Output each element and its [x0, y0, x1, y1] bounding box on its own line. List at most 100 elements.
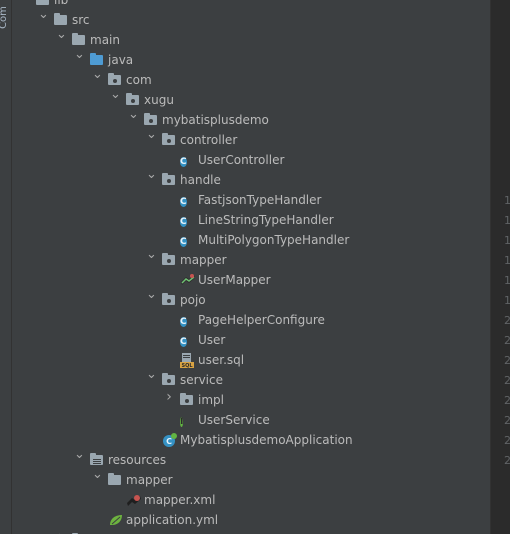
spring-config-icon	[108, 513, 122, 527]
tree-node-label: impl	[198, 393, 224, 407]
tree-node-test[interactable]: ›	[12, 530, 490, 534]
tree-node-usermapper[interactable]: UserMapper	[12, 270, 490, 290]
chevron-down-icon[interactable]: ⌄	[92, 468, 103, 481]
tree-node-label: main	[90, 33, 120, 47]
tree-node-label: controller	[180, 133, 238, 147]
tree-node-label: user.sql	[198, 353, 245, 367]
line-number: 1	[504, 274, 510, 287]
tree-node-lib[interactable]: › lib	[12, 0, 490, 10]
tree-node-label: User	[198, 333, 226, 347]
chevron-down-icon[interactable]: ⌄	[146, 368, 157, 381]
svg-text:SQL: SQL	[181, 363, 193, 368]
svg-text:C: C	[166, 437, 172, 446]
tree-node-label: FastjsonTypeHandler	[198, 193, 322, 207]
tree-node-usercontroller[interactable]: C UserController	[12, 150, 490, 170]
tree-node-pagehelperconfigure[interactable]: C PageHelperConfigure	[12, 310, 490, 330]
tree-node-label: xugu	[144, 93, 174, 107]
chevron-down-icon[interactable]: ⌄	[110, 88, 121, 101]
tree-node-mybatisplusdemo[interactable]: ⌄ mybatisplusdemo	[12, 108, 490, 130]
tree-node-label: mybatisplusdemo	[162, 113, 269, 127]
line-number: 2	[504, 334, 510, 347]
chevron-down-icon[interactable]: ⌄	[146, 248, 157, 261]
left-tool-strip[interactable]: Com	[0, 0, 12, 534]
package-icon	[126, 93, 140, 107]
class-icon: C	[180, 217, 187, 227]
tree-node-mapper-xml[interactable]: mapper.xml	[12, 490, 490, 510]
tree-node-label: mapper	[180, 253, 227, 267]
line-number: 2	[504, 454, 510, 467]
package-icon	[180, 393, 194, 407]
line-number: 2	[504, 314, 510, 327]
tree-node-src[interactable]: ⌄ src	[12, 8, 490, 30]
tree-node-label: mapper	[126, 473, 173, 487]
package-icon	[162, 293, 176, 307]
class-icon: C	[180, 317, 187, 327]
tree-node-user-sql[interactable]: SQL user.sql	[12, 350, 490, 370]
folder-icon	[36, 0, 50, 7]
line-number: 1	[504, 214, 510, 227]
chevron-down-icon[interactable]: ⌄	[146, 288, 157, 301]
line-number: 1	[504, 294, 510, 307]
tree-node-handle[interactable]: ⌄ handle	[12, 168, 490, 190]
chevron-down-icon[interactable]: ⌄	[38, 8, 49, 21]
line-number: 2	[504, 434, 510, 447]
chevron-down-icon[interactable]: ⌄	[74, 48, 85, 61]
line-number: 1	[504, 254, 510, 267]
chevron-down-icon[interactable]: ⌄	[56, 28, 67, 41]
editor-gutter: 1 1 1 1 1 1 2 2 2 2 2 2 2 2	[490, 0, 510, 534]
tree-node-mapper[interactable]: ⌄ mapper	[12, 248, 490, 270]
tree-node-pojo[interactable]: ⌄ pojo	[12, 288, 490, 310]
class-icon: C	[180, 337, 187, 347]
tree-node-impl[interactable]: › impl	[12, 390, 490, 410]
tree-node-multipolygontypehandler[interactable]: C MultiPolygonTypeHandler	[12, 230, 490, 250]
chevron-down-icon[interactable]: ⌄	[92, 68, 103, 81]
class-icon: C	[180, 157, 187, 167]
chevron-right-icon[interactable]: ›	[164, 390, 174, 404]
sidebar-label[interactable]: Com	[0, 6, 9, 29]
class-icon: C	[180, 197, 187, 207]
tree-node-application-yml[interactable]: application.yml	[12, 510, 490, 530]
tree-node-label: java	[108, 53, 134, 67]
tree-node-label: UserMapper	[198, 273, 271, 287]
chevron-down-icon[interactable]: ⌄	[146, 168, 157, 181]
class-icon: C	[180, 237, 187, 247]
line-number: 2	[504, 354, 510, 367]
tree-node-fastjsontypehandler[interactable]: C FastjsonTypeHandler	[12, 190, 490, 210]
line-number: 1	[504, 234, 510, 247]
spring-boot-class-icon: C	[162, 433, 177, 447]
tree-node-label: UserController	[198, 153, 285, 167]
tree-node-linestringtypehandler[interactable]: C LineStringTypeHandler	[12, 210, 490, 230]
resources-folder-icon	[90, 453, 104, 467]
tree-node-label: service	[180, 373, 223, 387]
package-icon	[144, 113, 158, 127]
tree-node-label: MultiPolygonTypeHandler	[198, 233, 350, 247]
package-icon	[162, 173, 176, 187]
tree-node-res-mapper[interactable]: ⌄ mapper	[12, 468, 490, 490]
tree-node-service[interactable]: ⌄ service	[12, 368, 490, 390]
package-icon	[162, 373, 176, 387]
tree-node-label: PageHelperConfigure	[198, 313, 325, 327]
chevron-down-icon[interactable]: ⌄	[74, 448, 85, 461]
tree-node-label: pojo	[180, 293, 206, 307]
line-number: 2	[504, 374, 510, 387]
package-icon	[108, 73, 122, 87]
tree-node-resources[interactable]: ⌄ resources	[12, 448, 490, 470]
tree-node-label: mapper.xml	[144, 493, 216, 507]
tree-node-label: resources	[108, 453, 167, 467]
chevron-right-icon[interactable]: ›	[20, 0, 30, 4]
sql-file-icon: SQL	[180, 353, 194, 369]
tree-node-label: MybatisplusdemoApplication	[180, 433, 353, 447]
line-number: 1	[504, 194, 510, 207]
tree-node-user[interactable]: C User	[12, 330, 490, 350]
tree-node-label: application.yml	[126, 513, 219, 527]
tree-node-xugu[interactable]: ⌄ xugu	[12, 88, 490, 110]
tree-node-controller[interactable]: ⌄ controller	[12, 128, 490, 150]
chevron-down-icon[interactable]: ⌄	[146, 128, 157, 141]
tree-node-label: com	[126, 73, 152, 87]
tree-node-label: lib	[54, 0, 69, 7]
mybatis-xml-icon	[126, 493, 141, 507]
tree-node-com[interactable]: ⌄ com	[12, 68, 490, 90]
tree-node-userservice[interactable]: I UserService	[12, 410, 490, 430]
chevron-down-icon[interactable]: ⌄	[128, 108, 139, 121]
tree-node-java[interactable]: ⌄ java	[12, 48, 490, 70]
